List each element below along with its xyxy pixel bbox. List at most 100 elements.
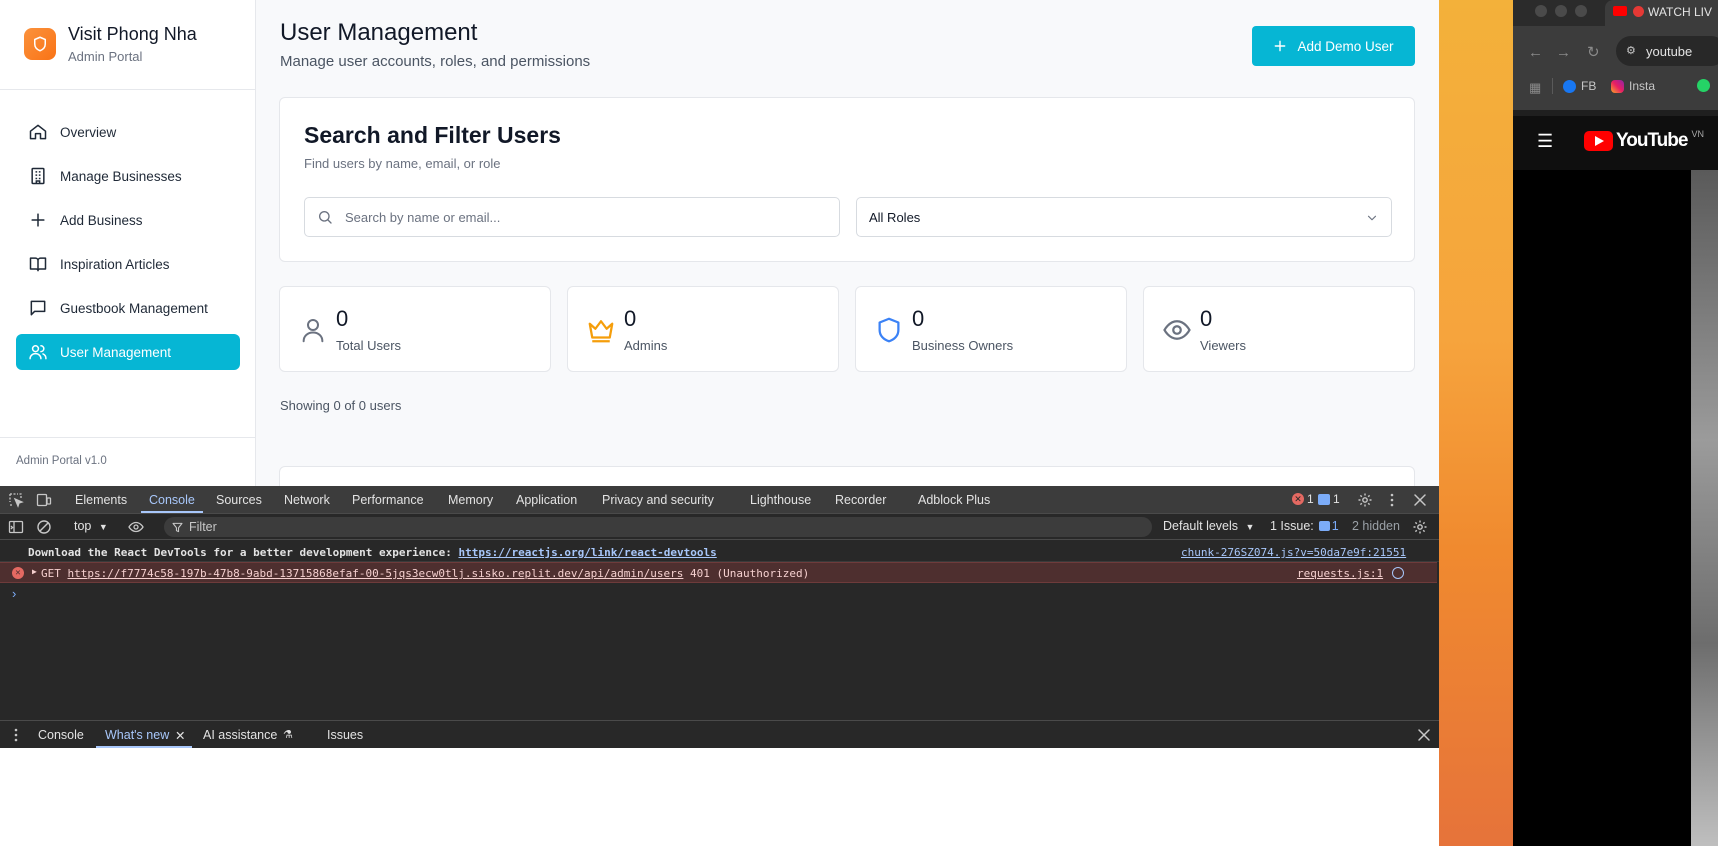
search-field[interactable] <box>304 197 840 237</box>
card-title: Search and Filter Users <box>304 122 561 148</box>
sidebar-item-manage-businesses[interactable]: Manage Businesses <box>16 158 240 194</box>
window-close-button[interactable] <box>1535 5 1547 17</box>
hamburger-menu-icon[interactable]: ☰ <box>1537 131 1553 152</box>
stat-card-viewers: 0 Viewers <box>1143 286 1415 372</box>
youtube-wordmark: YouTube <box>1616 130 1688 151</box>
role-select[interactable]: All Roles <box>856 197 1392 237</box>
request-url-link[interactable]: https://f7774c58-197b-47b8-9abd-13715868… <box>68 567 684 580</box>
search-filter-card: Search and Filter Users Find users by na… <box>279 97 1415 262</box>
window-zoom-button[interactable] <box>1575 5 1587 17</box>
stat-card-admins: 0 Admins <box>567 286 839 372</box>
address-bar[interactable]: ⚙ youtube <box>1616 36 1718 66</box>
tab-adblock-plus[interactable]: Adblock Plus <box>918 493 990 507</box>
close-icon[interactable] <box>1412 492 1428 508</box>
back-arrow-icon[interactable]: ← <box>1528 44 1543 61</box>
console-prompt[interactable]: › <box>12 586 16 601</box>
console-filter-input[interactable]: Filter <box>164 517 1152 537</box>
tab-lighthouse[interactable]: Lighthouse <box>750 493 811 507</box>
stat-card-total-users: 0 Total Users <box>279 286 551 372</box>
sidebar-item-add-business[interactable]: Add Business <box>16 202 240 238</box>
add-demo-user-button[interactable]: Add Demo User <box>1252 26 1415 66</box>
active-tab-indicator <box>141 511 203 513</box>
react-devtools-link[interactable]: https://reactjs.org/link/react-devtools <box>458 546 716 559</box>
more-vertical-icon[interactable] <box>8 727 24 743</box>
address-text: youtube <box>1646 44 1693 59</box>
stat-value: 0 <box>1200 306 1213 331</box>
more-vertical-icon[interactable] <box>1384 492 1400 508</box>
stat-value: 0 <box>912 306 925 331</box>
log-text: Download the React DevTools for a better… <box>28 546 459 559</box>
tab-sources[interactable]: Sources <box>216 493 262 507</box>
devtools-panel: Elements Console Sources Network Perform… <box>0 486 1439 748</box>
inspect-element-icon[interactable] <box>8 492 24 508</box>
drawer-tab-whats-new[interactable]: What's new <box>105 728 169 742</box>
whatsapp-icon[interactable] <box>1697 79 1710 92</box>
tab-memory[interactable]: Memory <box>448 493 493 507</box>
log-source-link[interactable]: requests.js:1 <box>1297 567 1383 580</box>
eye-icon <box>1163 320 1191 340</box>
apps-grid-icon[interactable]: ▦ <box>1529 80 1541 96</box>
clear-console-icon[interactable] <box>36 519 52 535</box>
desktop-wallpaper <box>1439 0 1513 846</box>
issues-link[interactable]: 1 Issue: 1 <box>1270 519 1339 533</box>
error-counter[interactable]: ✕ 1 <box>1292 492 1314 506</box>
tab-network[interactable]: Network <box>284 493 330 507</box>
chevron-down-icon <box>1367 215 1377 221</box>
video-player[interactable] <box>1513 170 1718 846</box>
browser-tab-title: WATCH LIV <box>1648 5 1713 19</box>
tab-elements[interactable]: Elements <box>75 493 127 507</box>
log-levels-dropdown[interactable]: Default levels ▼ <box>1163 519 1254 533</box>
error-icon: ✕ <box>12 567 24 579</box>
drawer-tab-ai-assistance[interactable]: AI assistance <box>203 728 277 742</box>
browser-tab[interactable]: WATCH LIV <box>1605 0 1718 26</box>
close-icon[interactable] <box>1416 727 1432 743</box>
role-select-value: All Roles <box>869 209 921 225</box>
tab-application[interactable]: Application <box>516 493 577 507</box>
sidebar-item-inspiration-articles[interactable]: Inspiration Articles <box>16 246 240 282</box>
site-settings-icon[interactable]: ⚙ <box>1626 44 1636 57</box>
log-source-link[interactable]: chunk-276SZ074.js?v=50da7e9f:21551 <box>1181 546 1406 559</box>
message-icon <box>30 300 46 316</box>
live-expression-eye-icon[interactable] <box>128 519 144 535</box>
window-minimize-button[interactable] <box>1555 5 1567 17</box>
filter-placeholder: Filter <box>189 520 217 534</box>
reload-icon[interactable]: ↻ <box>1587 43 1600 61</box>
message-counter[interactable]: 1 <box>1318 492 1340 506</box>
tab-console[interactable]: Console <box>149 493 195 507</box>
tab-privacy-security[interactable]: Privacy and security <box>602 493 714 507</box>
sidebar-item-label: Overview <box>60 124 117 140</box>
bookmark-insta[interactable]: Insta <box>1611 79 1655 93</box>
sidebar-item-label: Add Business <box>60 212 143 228</box>
expand-triangle-icon[interactable]: ▶ <box>32 567 37 576</box>
divider <box>0 437 256 438</box>
filter-icon <box>172 522 183 532</box>
brand[interactable]: Visit Phong Nha Admin Portal <box>24 24 197 64</box>
console-settings-icon[interactable] <box>1412 519 1428 535</box>
user-icon <box>302 319 324 343</box>
search-input[interactable] <box>345 209 825 225</box>
error-count: 1 <box>1307 492 1314 506</box>
bookmark-fb[interactable]: FB <box>1563 79 1596 93</box>
tab-performance[interactable]: Performance <box>352 493 424 507</box>
browser-toolbar: ← → ↻ ⚙ youtube ▦ FB Insta <box>1513 26 1718 110</box>
context-selector[interactable]: top ▼ <box>74 519 108 533</box>
sidebar-item-overview[interactable]: Overview <box>16 114 240 150</box>
console-message-info: Download the React DevTools for a better… <box>0 541 1439 562</box>
device-toolbar-icon[interactable] <box>36 492 52 508</box>
forward-arrow-icon[interactable]: → <box>1556 44 1571 61</box>
settings-gear-icon[interactable] <box>1357 492 1373 508</box>
youtube-logo[interactable]: YouTube VN <box>1584 129 1704 152</box>
crown-icon <box>588 320 614 343</box>
network-globe-icon[interactable] <box>1392 567 1404 579</box>
bookmark-label: FB <box>1581 79 1597 93</box>
stat-value: 0 <box>624 306 637 331</box>
message-count: 1 <box>1333 492 1340 506</box>
sidebar-item-guestbook-management[interactable]: Guestbook Management <box>16 290 240 326</box>
tab-recorder[interactable]: Recorder <box>835 493 886 507</box>
book-icon <box>29 257 47 272</box>
drawer-tab-console[interactable]: Console <box>38 728 84 742</box>
close-tab-icon[interactable]: ✕ <box>175 728 185 743</box>
sidebar-item-user-management[interactable]: User Management <box>16 334 240 370</box>
drawer-tab-issues[interactable]: Issues <box>327 728 363 742</box>
sidebar-toggle-icon[interactable] <box>8 519 24 535</box>
